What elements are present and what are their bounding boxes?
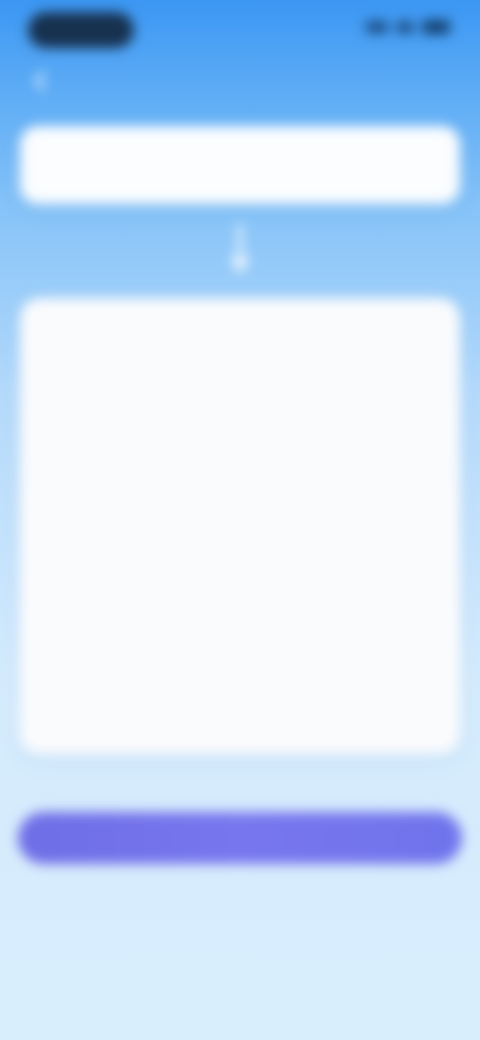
wifi-icon — [396, 21, 414, 33]
prompt-card[interactable] — [20, 126, 460, 204]
status-time-pill — [28, 12, 134, 48]
result-editor-card[interactable] — [20, 298, 460, 754]
back-button[interactable] — [22, 66, 58, 96]
battery-icon — [422, 20, 450, 34]
signal-icon — [366, 21, 388, 33]
primary-action-button[interactable] — [18, 812, 462, 864]
arrow-down-icon — [230, 224, 250, 276]
app-screen — [0, 0, 480, 1040]
status-bar — [0, 0, 480, 60]
status-icons — [366, 20, 450, 34]
chevron-left-icon — [33, 71, 47, 91]
